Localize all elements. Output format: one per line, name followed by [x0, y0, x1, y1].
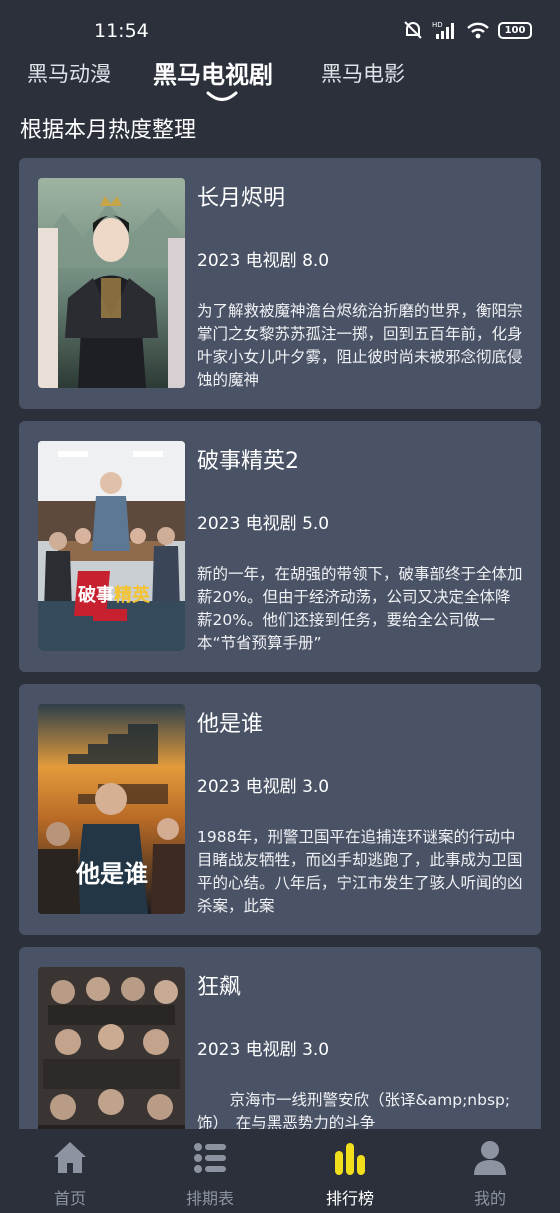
- svg-text:他是谁: 他是谁: [75, 860, 148, 888]
- tab-movies[interactable]: 黑马电影: [321, 58, 405, 88]
- tab-tv-series[interactable]: 黑马电视剧: [153, 55, 273, 90]
- poster-poshijingying: 破事 精英: [38, 441, 185, 651]
- list-item[interactable]: 破事 精英 破事精英2 2023 电视剧 5.0 新的一年，在胡强的带领下，破事…: [19, 421, 541, 672]
- nav-label: 排行榜: [325, 1189, 374, 1208]
- home-icon: [54, 1142, 86, 1173]
- list-item[interactable]: 长月烬明 2023 电视剧 8.0 为了解救被魔神澹台烬统治折磨的世界，衡阳宗掌…: [19, 158, 541, 409]
- card-title: 狂飙: [197, 975, 242, 1000]
- nav-label: 我的: [473, 1189, 506, 1208]
- svg-text:HD: HD: [432, 21, 443, 29]
- user-icon: [474, 1141, 506, 1175]
- nav-ranking[interactable]: 排行榜: [280, 1129, 420, 1213]
- poster-image: [38, 178, 185, 388]
- tab-anime[interactable]: 黑马动漫: [27, 58, 111, 88]
- poster-image: 破事 精英: [38, 441, 185, 651]
- section-title: 根据本月热度整理: [20, 118, 197, 143]
- nav-label: 排期表: [185, 1189, 234, 1208]
- signal-icon: HD: [432, 21, 454, 39]
- bottom-nav: 首页 排期表 排行榜 我的: [0, 1129, 560, 1213]
- category-tabs: 黑马动漫 黑马电视剧 黑马电影: [0, 58, 560, 98]
- card-meta: 2023 电视剧 3.0: [197, 1040, 330, 1060]
- nav-home[interactable]: 首页: [0, 1129, 140, 1213]
- battery-icon: 100: [498, 21, 532, 39]
- nav-schedule[interactable]: 排期表: [140, 1129, 280, 1213]
- ranking-bars-icon: [335, 1143, 365, 1175]
- card-title: 破事精英2: [197, 449, 299, 474]
- card-meta: 2023 电视剧 5.0: [197, 514, 330, 534]
- wifi-icon: [467, 22, 489, 39]
- card-description: 为了解救被魔神澹台烬统治折磨的世界，衡阳宗掌门之女黎苏苏孤注一掷，回到五百年前，…: [197, 302, 523, 389]
- mute-bell-icon: [404, 21, 422, 39]
- svg-text:破事: 破事: [78, 584, 114, 606]
- poster-changyuejinming: [38, 178, 185, 388]
- poster-image: 他是谁: [38, 704, 185, 914]
- card-title: 他是谁: [197, 712, 264, 737]
- card-meta: 2023 电视剧 3.0: [197, 777, 330, 797]
- card-meta: 2023 电视剧 8.0: [197, 251, 330, 271]
- card-description: 1988年，刑警卫国平在追捕连环谜案的行动中目睹战友牺牲，而凶手却逃跑了，此事成…: [197, 828, 523, 915]
- list-item[interactable]: 他是谁 他是谁 2023 电视剧 3.0 1988年，刑警卫国平在追捕连环谜案的…: [19, 684, 541, 935]
- card-description: 新的一年，在胡强的带领下，破事部终于全体加薪20%。但由于经济动荡，公司又决定全…: [197, 565, 523, 652]
- status-bar: 11:54 HD 100: [0, 0, 560, 60]
- card-title: 长月烬明: [197, 186, 286, 211]
- poster-tashishui: 他是谁: [38, 704, 185, 914]
- svg-text:精英: 精英: [114, 584, 151, 606]
- nav-label: 首页: [53, 1189, 86, 1208]
- nav-mine[interactable]: 我的: [420, 1129, 560, 1213]
- status-icons: HD 100: [402, 20, 532, 40]
- tab-active-indicator: [206, 91, 238, 101]
- schedule-list-icon: [194, 1143, 226, 1173]
- status-time: 11:54: [94, 20, 149, 42]
